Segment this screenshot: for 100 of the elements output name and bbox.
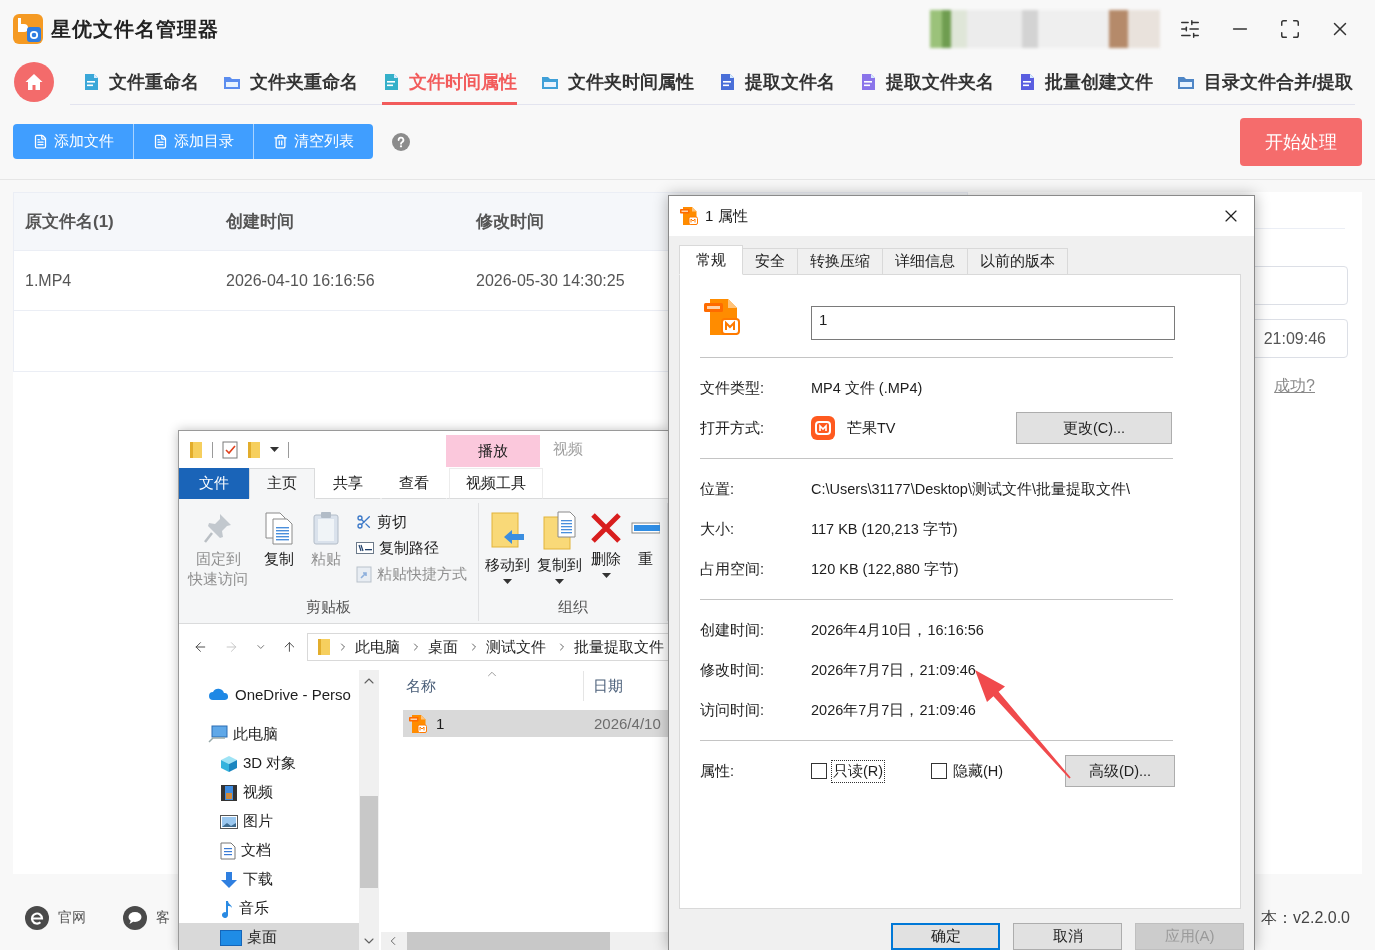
browser-icon: [25, 906, 49, 930]
nav-tree-item[interactable]: 图片: [179, 807, 359, 836]
chat-bubble-icon: [123, 906, 147, 930]
footer-link[interactable]: 客: [123, 906, 170, 930]
scrollbar-thumb[interactable]: [407, 932, 610, 950]
checkbox[interactable]: [811, 763, 827, 779]
caret-down-icon: [270, 446, 279, 453]
breadcrumb[interactable]: 桌面: [428, 637, 458, 657]
ribbon-command[interactable]: 删除: [588, 507, 624, 579]
checkbox-label[interactable]: 只读(R): [831, 759, 886, 783]
file-name-field[interactable]: 1: [811, 306, 1175, 340]
document-icon: [220, 841, 236, 860]
copy-documents-icon: [263, 511, 295, 545]
folder-icon: [317, 638, 331, 656]
nav-tree-item[interactable]: 下载: [179, 865, 359, 894]
nav-tree-item[interactable]: 文档: [179, 836, 359, 865]
address-bar[interactable]: 此电脑 桌面 测试文件 批量提取文件: [307, 633, 668, 661]
ribbon-command[interactable]: 移动到: [484, 507, 531, 585]
delete-x-icon: [589, 511, 623, 545]
folder-icon: [247, 440, 261, 459]
cloud-icon: [208, 687, 230, 701]
nav-tree-item[interactable]: 此电脑: [179, 719, 359, 749]
window-title: 视频: [553, 440, 583, 459]
breadcrumb[interactable]: 测试文件: [486, 637, 546, 657]
help-link[interactable]: 成功?: [1274, 376, 1315, 397]
scrollbar-thumb[interactable]: [360, 796, 378, 888]
vertical-scrollbar[interactable]: [359, 670, 379, 950]
document-icon: [82, 72, 100, 91]
maximize-icon[interactable]: [1279, 18, 1301, 40]
ribbon-group-label: 剪贴板: [306, 598, 351, 617]
nav-tree-item[interactable]: 3D 对象: [179, 749, 359, 778]
property-label: 大小:: [700, 519, 735, 539]
video-file-icon: [702, 297, 742, 337]
document-icon: [153, 134, 168, 149]
document-icon: [1018, 72, 1036, 91]
advanced-button[interactable]: 高级(D)...: [1065, 755, 1175, 787]
dialog-tab[interactable]: 转换压缩: [798, 248, 883, 274]
nav-tab[interactable]: 文件夹时间属性: [541, 58, 694, 105]
ribbon-command[interactable]: 剪切: [356, 511, 467, 533]
dialog-tab[interactable]: 安全: [743, 248, 798, 274]
dialog-button[interactable]: 确定: [891, 923, 1000, 950]
property-value: 2026年7月7日，21:09:46: [811, 660, 976, 680]
dialog-tab[interactable]: 详细信息: [883, 248, 968, 274]
nav-tab[interactable]: 提取文件夹名: [859, 58, 994, 105]
ribbon-group-label: 组织: [558, 598, 588, 617]
ribbon-tab[interactable]: 文件: [179, 468, 249, 499]
document-icon: [859, 72, 877, 91]
dialog-tab[interactable]: 以前的版本: [968, 248, 1068, 274]
folder-arrow-icon: [489, 511, 526, 551]
folder-document-icon: [541, 511, 578, 551]
breadcrumb[interactable]: 此电脑: [355, 637, 400, 657]
ribbon-tab[interactable]: 视频工具: [449, 468, 543, 499]
app-logo-icon: [13, 14, 43, 44]
nav-tree-item[interactable]: 桌面: [179, 923, 359, 950]
property-label: 位置:: [700, 479, 735, 499]
property-value: 芒果TV: [847, 418, 896, 438]
ribbon-command[interactable]: 复制到: [536, 507, 583, 585]
settings-icon[interactable]: [1179, 18, 1201, 40]
file-row[interactable]: 1 2026/4/10: [403, 710, 668, 737]
dialog-button[interactable]: 取消: [1013, 923, 1122, 950]
nav-tab[interactable]: 目录文件合并/提取: [1177, 58, 1353, 105]
help-icon[interactable]: [392, 132, 410, 151]
nav-tree-item[interactable]: 视频: [179, 778, 359, 807]
dialog-title: 1 属性: [705, 206, 748, 226]
version-text: 本：v2.2.0.0: [1261, 907, 1350, 928]
property-value: MP4 文件 (.MP4): [811, 378, 923, 398]
horizontal-scrollbar[interactable]: [381, 932, 668, 950]
change-button[interactable]: 更改(C)...: [1016, 412, 1172, 444]
property-value: 2026年4月10日，16:16:56: [811, 620, 984, 640]
home-button[interactable]: [14, 61, 54, 102]
property-label: 访问时间:: [700, 700, 765, 720]
music-note-icon: [220, 899, 234, 918]
nav-tab[interactable]: 提取文件名: [718, 58, 835, 105]
footer-link[interactable]: 官网: [25, 906, 86, 930]
dialog-tab[interactable]: 常规: [679, 245, 743, 275]
nav-tab[interactable]: 文件夹重命名: [223, 58, 358, 105]
nav-tree-item[interactable]: OneDrive - Perso: [179, 679, 359, 709]
breadcrumb[interactable]: 批量提取文件: [574, 637, 664, 657]
column-header[interactable]: 日期: [593, 676, 668, 696]
checkbox-label[interactable]: 隐藏(H): [951, 759, 1006, 783]
column-header: 修改时间: [476, 211, 544, 233]
computer-icon: [208, 725, 228, 743]
column-header: 创建时间: [226, 211, 294, 233]
column-header: 原文件名(1): [25, 211, 114, 233]
checklist-icon[interactable]: [222, 440, 238, 459]
column-header[interactable]: 名称: [381, 676, 583, 696]
nav-tab[interactable]: 文件重命名: [82, 58, 199, 105]
ribbon-command[interactable]: 复制路径: [356, 537, 467, 559]
cube-icon: [220, 754, 238, 773]
film-icon: [220, 783, 238, 802]
checkbox[interactable]: [931, 763, 947, 779]
ribbon-tab[interactable]: 主页: [249, 468, 315, 499]
clipboard-icon: [310, 511, 342, 545]
pin-icon: [202, 511, 234, 545]
picture-icon: [220, 814, 238, 829]
nav-tree-item[interactable]: 音乐: [179, 894, 359, 923]
property-value: 120 KB (122,880 字节): [811, 559, 959, 579]
ribbon-command[interactable]: 重: [629, 507, 661, 569]
ribbon-command[interactable]: 复制: [262, 507, 296, 569]
nav-tab[interactable]: 批量创建文件: [1018, 58, 1153, 105]
